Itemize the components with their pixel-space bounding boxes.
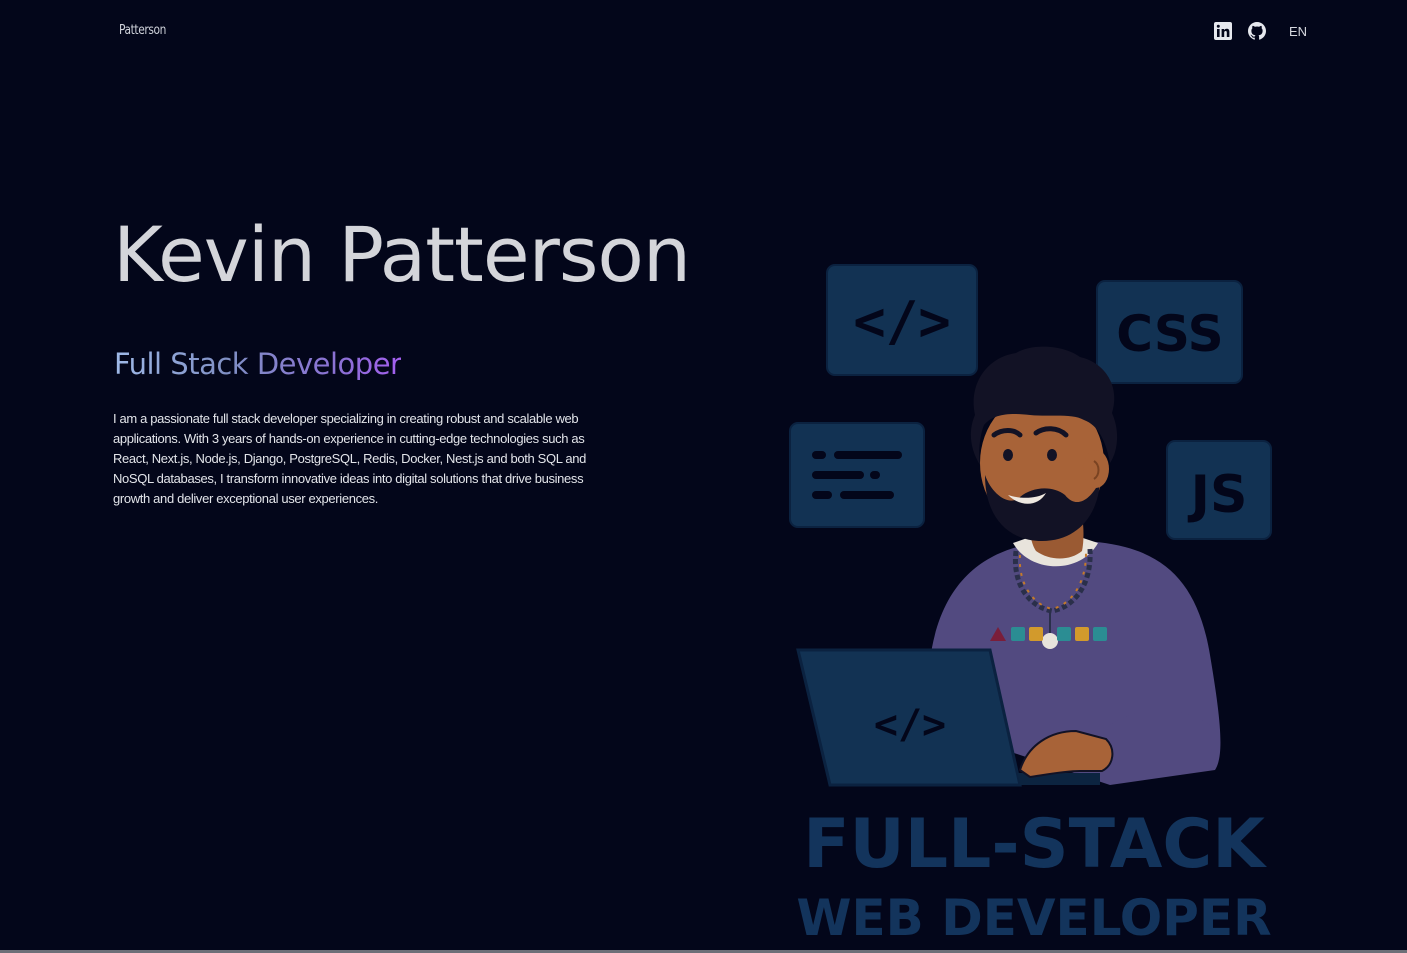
linkedin-icon[interactable] xyxy=(1213,21,1233,41)
laptop-code-tag: </> xyxy=(874,702,946,748)
top-nav: EN xyxy=(1213,21,1307,41)
hero-name: Kevin Patterson xyxy=(113,210,691,299)
illustration-headline-1: FULL-STACK xyxy=(803,805,1267,884)
hero-role: Full Stack Developer xyxy=(114,347,402,381)
js-badge-label: JS xyxy=(1188,465,1248,525)
hero-bio: I am a passionate full stack developer s… xyxy=(113,411,587,506)
illustration-headline-2: WEB DEVELOPER xyxy=(796,889,1271,947)
developer-illustration: </> CSS JS </> FULL-STACK WEB DEVELOPER xyxy=(789,264,1272,947)
language-switcher[interactable]: EN xyxy=(1289,24,1307,39)
github-icon[interactable] xyxy=(1247,21,1267,41)
brand-logo[interactable]: Patterson xyxy=(119,23,166,38)
page: Patterson EN Kevin Patterson Full Stack … xyxy=(0,0,1407,953)
css-badge-label: CSS xyxy=(1116,305,1223,363)
code-tag-label: </> xyxy=(853,290,951,353)
